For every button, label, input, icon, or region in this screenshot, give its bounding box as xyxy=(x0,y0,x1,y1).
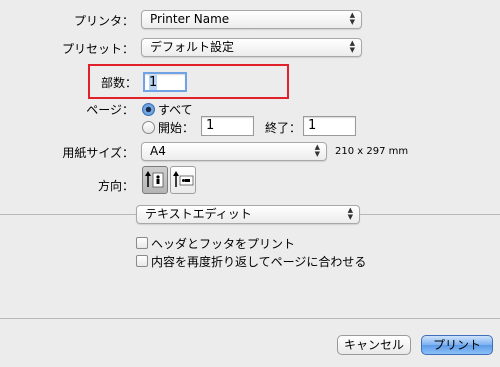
printer-value: Printer Name xyxy=(150,12,230,26)
printer-popup[interactable]: Printer Name ▲ ▼ xyxy=(141,10,362,29)
pages-range-radio[interactable] xyxy=(142,121,155,134)
paper-size-popup[interactable]: A4 ▲ ▼ xyxy=(141,142,327,161)
print-button[interactable]: プリント xyxy=(421,335,493,355)
landscape-icon xyxy=(173,171,194,187)
popup-arrows-icon: ▲ ▼ xyxy=(314,143,320,158)
pages-label: ページ： xyxy=(86,103,134,117)
header-footer-checkbox[interactable] xyxy=(136,237,148,249)
portrait-icon xyxy=(145,171,164,188)
pages-to-field[interactable]: 1 xyxy=(303,116,356,136)
pages-all-radio[interactable] xyxy=(142,103,155,116)
preset-value: デフォルト設定 xyxy=(150,40,235,54)
orientation-portrait-button[interactable] xyxy=(142,166,168,194)
copies-value: 1 xyxy=(149,75,158,90)
popup-arrows-icon: ▲ ▼ xyxy=(349,39,355,54)
pages-from-field[interactable]: 1 xyxy=(201,116,254,136)
pages-from-value: 1 xyxy=(206,118,215,133)
copies-label: 部数： xyxy=(100,76,137,90)
rewrap-label: 内容を再度折り返してページに合わせる xyxy=(151,255,367,269)
paper-dimensions: 210 x 297 mm xyxy=(335,146,409,157)
app-settings-popup[interactable]: テキストエディット ▲ ▼ xyxy=(136,205,360,224)
paper-size-label: 用紙サイズ： xyxy=(62,146,134,160)
app-settings-value: テキストエディット xyxy=(145,207,252,221)
pages-all-label: すべて xyxy=(158,103,193,117)
popup-arrows-icon: ▲ ▼ xyxy=(347,206,353,221)
bottom-divider xyxy=(0,318,500,319)
cancel-button[interactable]: キャンセル xyxy=(337,335,411,355)
preset-label: プリセット： xyxy=(61,42,134,56)
orientation-landscape-button[interactable] xyxy=(170,166,196,194)
pages-to-label: 終了： xyxy=(265,121,302,135)
rewrap-checkbox[interactable] xyxy=(136,255,148,267)
printer-label: プリンタ： xyxy=(73,14,134,28)
pages-from-label: 開始： xyxy=(158,121,195,135)
header-footer-label: ヘッダとフッタをプリント xyxy=(151,237,296,251)
popup-arrows-icon: ▲ ▼ xyxy=(349,11,355,26)
pages-to-value: 1 xyxy=(308,118,317,133)
copies-field[interactable]: 1 xyxy=(143,72,187,92)
preset-popup[interactable]: デフォルト設定 ▲ ▼ xyxy=(141,38,362,57)
paper-size-value: A4 xyxy=(150,144,166,158)
orientation-label: 方向： xyxy=(97,179,134,193)
